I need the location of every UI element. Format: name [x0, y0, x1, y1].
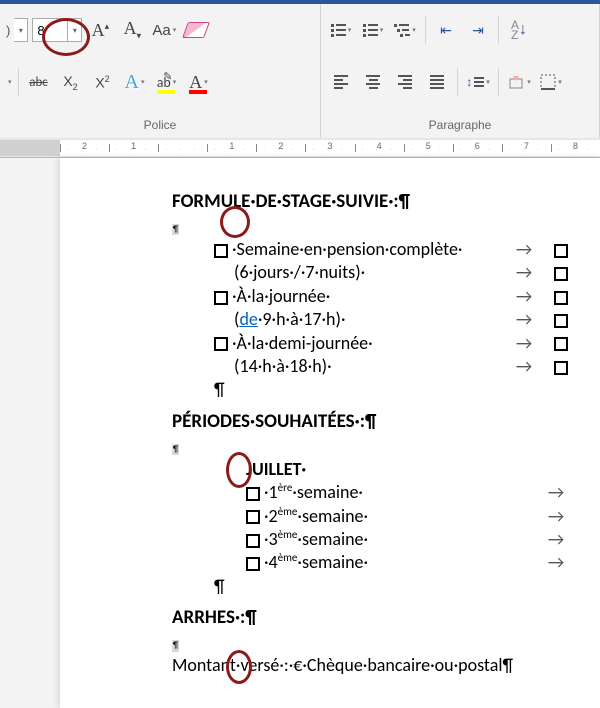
borders-button[interactable]: ▾	[537, 68, 565, 96]
checkbox-icon	[214, 337, 228, 351]
tab-arrow-icon: →	[494, 261, 554, 284]
tab-arrow-icon: →	[526, 551, 586, 574]
paragraphe-group-label: Paragraphe	[321, 114, 599, 138]
increase-indent-button[interactable]: ⇥	[464, 16, 492, 44]
grow-font-button[interactable]: A▴	[86, 16, 114, 44]
tab-arrow-icon: →	[494, 238, 554, 261]
shading-button[interactable]: ▾	[505, 68, 533, 96]
pilcrow: ¶	[172, 378, 600, 401]
checkbox-icon	[246, 557, 260, 571]
font-size-dropdown[interactable]: ▾	[68, 18, 82, 42]
heading-periodes: PÉRIODES·SOUHAITÉES·:¶	[172, 410, 600, 435]
text-effects-button[interactable]: A▾	[121, 68, 149, 96]
line-spacing-button[interactable]: ↕ ▾	[464, 68, 492, 96]
tab-arrow-icon: →	[526, 528, 586, 551]
bullets-button[interactable]: ▾	[327, 16, 355, 44]
police-group-label: Police	[0, 114, 320, 138]
heading-arrhes: ARRHES·:¶	[172, 606, 600, 631]
document-page[interactable]: FORMULE·DE·STAGE·SUIVIE·:¶ ¶ ·Semaine·en…	[60, 158, 600, 708]
multilevel-list-button[interactable]: ▾	[391, 16, 419, 44]
list-item: ·Semaine·en·pension·complète·	[232, 238, 462, 260]
list-item: ·À·la·journée·	[232, 285, 330, 307]
pilcrow: ¶	[172, 575, 600, 598]
body-text: Montant·versé·:·€·Chèque·bancaire·ou·pos…	[172, 654, 600, 677]
format-painter-dropdown[interactable]: ▾	[8, 78, 12, 86]
numbering-button[interactable]: ▾	[359, 16, 387, 44]
decrease-indent-button[interactable]: ⇤	[432, 16, 460, 44]
heading-formule: FORMULE·DE·STAGE·SUIVIE·:¶	[172, 190, 600, 215]
change-case-button[interactable]: Aa▾	[150, 16, 178, 44]
checkbox-icon	[246, 534, 260, 548]
tab-arrow-icon: →	[494, 355, 554, 378]
checkbox-icon	[554, 361, 568, 375]
checkbox-icon	[246, 510, 260, 524]
small-pilcrow: ¶	[172, 224, 179, 236]
checkbox-icon	[554, 267, 568, 281]
list-item: (14·h·à·18·h)·	[234, 355, 332, 377]
checkbox-icon	[554, 314, 568, 328]
checkbox-icon	[554, 291, 568, 305]
checkbox-icon	[554, 244, 568, 258]
hyperlink[interactable]: de	[239, 308, 257, 330]
subscript-button[interactable]: X2	[57, 68, 85, 96]
sort-button[interactable]: AZ↓	[505, 16, 533, 44]
tab-arrow-icon: →	[494, 285, 554, 308]
strikethrough-button[interactable]: abc	[25, 68, 53, 96]
checkbox-icon	[214, 291, 228, 305]
align-left-button[interactable]	[327, 68, 355, 96]
checkbox-icon	[554, 337, 568, 351]
checkbox-icon	[214, 244, 228, 258]
font-color-button[interactable]: A ▾	[185, 68, 213, 96]
clear-formatting-button[interactable]	[182, 16, 210, 44]
font-name-dropdown[interactable]: ▾	[14, 18, 28, 42]
small-pilcrow: ¶	[172, 640, 179, 652]
list-item: ·À·la·demi-journée·	[232, 332, 373, 354]
checkbox-icon	[246, 487, 260, 501]
superscript-button[interactable]: X2	[89, 68, 117, 96]
list-item: (6·jours·/·7·nuits)·	[234, 261, 365, 283]
align-right-button[interactable]	[391, 68, 419, 96]
horizontal-ruler[interactable]: 2· · · ·1· · · ·· · · ·1· · · ·2· · · ·3…	[0, 138, 600, 158]
shrink-font-button[interactable]: A▾	[118, 16, 146, 44]
tab-arrow-icon: →	[494, 332, 554, 355]
small-pilcrow: ¶	[172, 444, 179, 456]
tab-arrow-icon: →	[526, 505, 586, 528]
align-center-button[interactable]	[359, 68, 387, 96]
tab-arrow-icon: →	[526, 481, 586, 504]
tab-arrow-icon: →	[494, 308, 554, 331]
month-label: JUILLET·	[172, 458, 600, 481]
font-size-input[interactable]	[32, 18, 68, 42]
justify-button[interactable]	[423, 68, 451, 96]
highlight-button[interactable]: ab✎ ▾	[153, 68, 181, 96]
